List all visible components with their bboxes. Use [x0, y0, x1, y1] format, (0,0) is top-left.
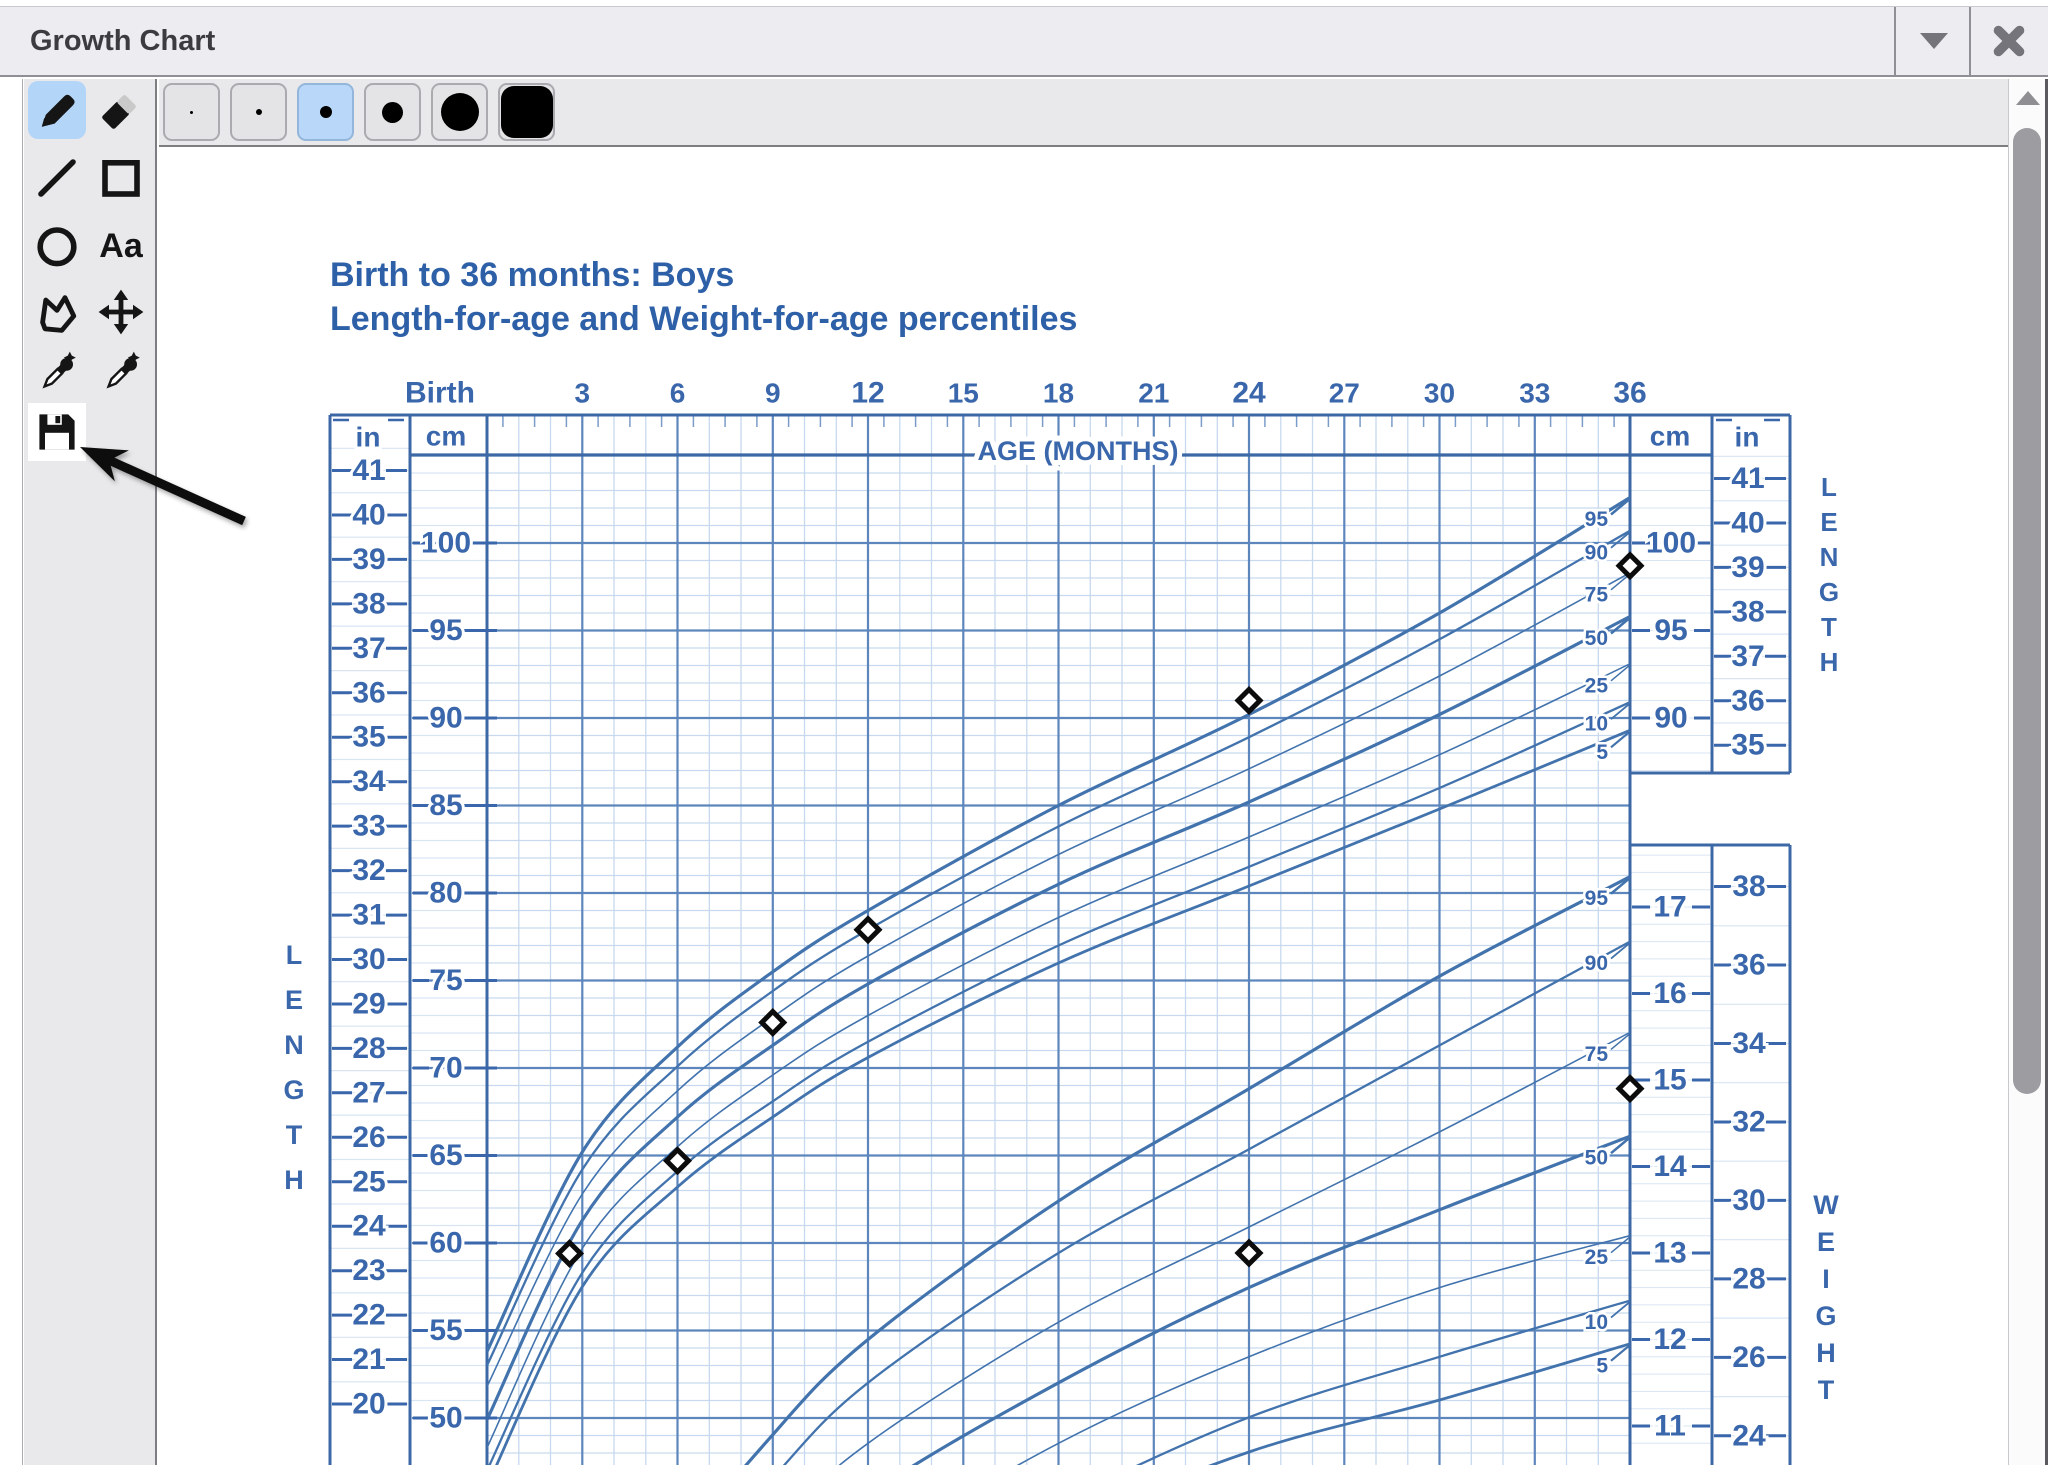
- tool-line[interactable]: [28, 149, 86, 207]
- canvas[interactable]: [159, 149, 2008, 1465]
- brush-dot-icon: [256, 109, 262, 115]
- window-left-margin: [0, 79, 23, 1465]
- close-icon: [1990, 22, 2028, 60]
- tool-ellipse[interactable]: [28, 217, 86, 275]
- brush-dot-icon: [382, 102, 403, 123]
- brush-size-6[interactable]: [498, 83, 555, 141]
- text-tool-icon: Aa: [99, 227, 142, 266]
- brush-size-2[interactable]: [230, 83, 287, 141]
- tool-move[interactable]: [92, 283, 150, 341]
- window-title: Growth Chart: [0, 25, 215, 58]
- window-titlebar[interactable]: Growth Chart: [0, 6, 2048, 77]
- brush-size-1[interactable]: [163, 83, 220, 141]
- brush-size-toolbar: [159, 79, 2008, 147]
- tool-rectangle[interactable]: [92, 149, 150, 207]
- ellipse-icon: [33, 222, 81, 270]
- tool-text[interactable]: Aa: [92, 217, 150, 275]
- tool-color-picker[interactable]: [28, 345, 86, 403]
- scroll-up-icon[interactable]: [2016, 91, 2040, 105]
- tool-color-picker-alt[interactable]: [92, 345, 150, 403]
- tool-pen[interactable]: [28, 81, 86, 139]
- move-icon: [97, 288, 145, 336]
- brush-dot-icon: [441, 93, 479, 131]
- chart-title-line1: Birth to 36 months: Boys: [330, 256, 734, 295]
- line-icon: [33, 154, 81, 202]
- brush-size-5[interactable]: [431, 83, 488, 141]
- eyedropper-icon: [97, 350, 145, 398]
- brush-size-4[interactable]: [364, 83, 421, 141]
- tool-save[interactable]: [28, 403, 86, 461]
- vertical-scrollbar[interactable]: [2008, 79, 2045, 1465]
- pen-icon: [33, 86, 81, 134]
- brush-dot-icon: [501, 86, 553, 138]
- polygon-icon: [33, 288, 81, 336]
- rectangle-icon: [97, 154, 145, 202]
- eraser-icon: [97, 86, 145, 134]
- tool-eraser[interactable]: [92, 81, 150, 139]
- brush-size-3[interactable]: [297, 83, 354, 141]
- eyedropper-icon: [33, 350, 81, 398]
- collapse-button[interactable]: [1894, 7, 1971, 75]
- chart-title-line2: Length-for-age and Weight-for-age percen…: [330, 300, 1077, 339]
- tool-polygon[interactable]: [28, 283, 86, 341]
- save-icon: [33, 408, 81, 456]
- chevron-down-icon: [1920, 33, 1948, 49]
- tool-palette: Aa: [24, 79, 157, 1465]
- brush-dot-icon: [320, 106, 332, 118]
- close-button[interactable]: [1969, 7, 2046, 75]
- scrollbar-thumb[interactable]: [2013, 128, 2041, 1094]
- brush-dot-icon: [190, 111, 193, 114]
